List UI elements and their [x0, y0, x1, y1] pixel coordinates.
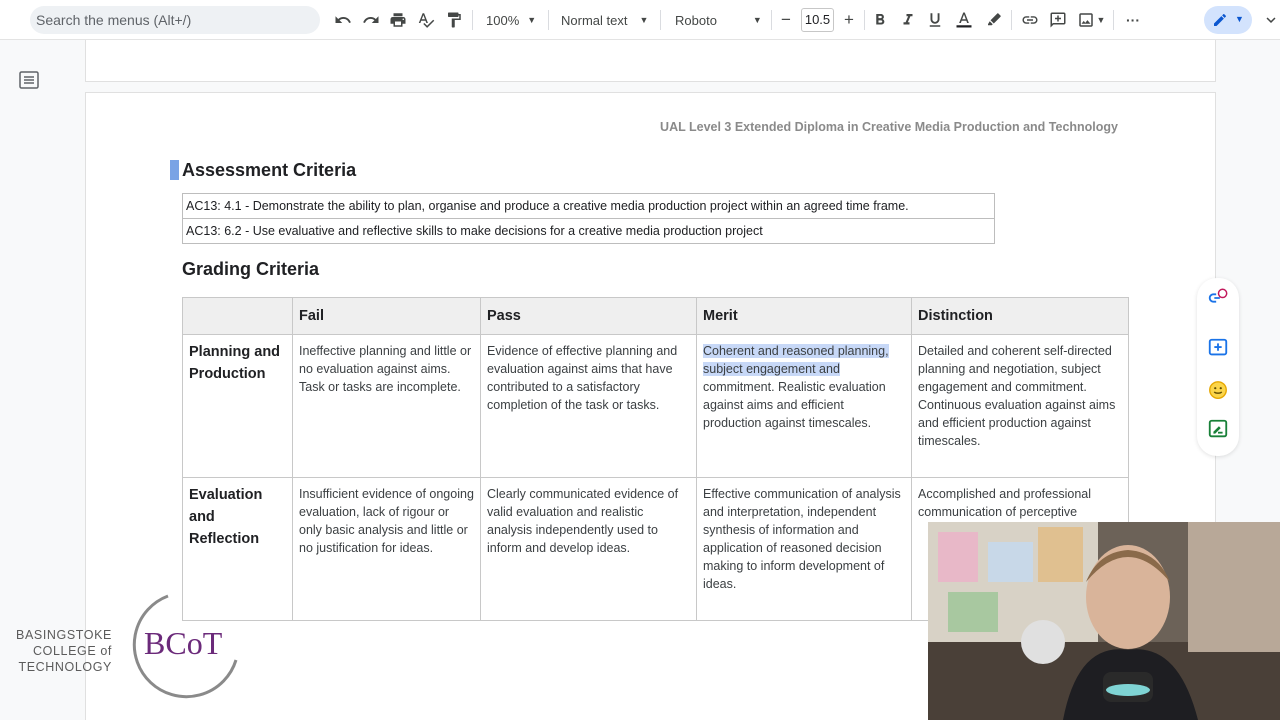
paragraph-style-select[interactable]: Normal text ▼ — [561, 8, 651, 32]
bold-icon[interactable] — [870, 8, 890, 32]
table-cell[interactable]: AC13: 4.1 - Demonstrate the ability to p… — [182, 193, 995, 219]
paint-format-icon[interactable] — [443, 8, 465, 32]
page-header: UAL Level 3 Extended Diploma in Creative… — [660, 120, 1118, 134]
zoom-value: 100% — [486, 12, 520, 28]
undo-icon[interactable] — [332, 8, 354, 32]
docs-toolbar: Search the menus (Alt+/) 100% ▼ Normal t… — [0, 0, 1280, 40]
table-cell[interactable]: Insufficient evidence of ongoing evaluat… — [292, 477, 481, 621]
table-row: AC13: 4.1 - Demonstrate the ability to p… — [182, 193, 995, 219]
table-cell-merit[interactable]: Coherent and reasoned planning, subject … — [696, 334, 912, 478]
toolbar-divider — [548, 10, 549, 30]
toolbar-divider — [771, 10, 772, 30]
assessment-criteria-heading: Assessment Criteria — [182, 160, 357, 180]
heading-bookmark-marker — [170, 160, 179, 180]
table-header-row: Fail Pass Merit Distinction — [182, 297, 1129, 335]
chevron-down-icon: ▼ — [527, 15, 537, 25]
cell-text: commitment. Realistic evaluation against… — [703, 380, 886, 430]
table-cell[interactable]: Detailed and coherent self-directed plan… — [911, 334, 1129, 478]
decrease-font-size-button[interactable]: − — [777, 8, 795, 32]
previous-page — [85, 40, 1216, 82]
paragraph-style-value: Normal text — [561, 12, 628, 28]
toolbar-divider — [660, 10, 661, 30]
link-suggest-icon[interactable] — [1207, 287, 1229, 309]
pencil-icon — [1214, 14, 1226, 26]
table-cell[interactable]: Evidence of effective planning and evalu… — [480, 334, 697, 478]
print-icon[interactable] — [387, 8, 409, 32]
toolbar-divider — [1113, 10, 1114, 30]
logo-text-line: BASINGSTOKE — [16, 628, 112, 642]
column-header-merit[interactable]: Merit — [696, 297, 912, 335]
spellcheck-icon[interactable] — [415, 8, 437, 32]
italic-icon[interactable] — [898, 8, 918, 32]
highlight-color-icon[interactable] — [983, 8, 1005, 32]
column-header[interactable] — [182, 297, 293, 335]
logo-mark-text: BCoT — [144, 625, 223, 661]
table-cell[interactable]: Clearly communicated evidence of valid e… — [480, 477, 697, 621]
insert-image-button[interactable]: ▼ — [1075, 8, 1107, 32]
zoom-select[interactable]: 100% ▼ — [486, 8, 540, 32]
logo-text-line: TECHNOLOGY — [18, 660, 112, 674]
assessment-criteria-table: AC13: 4.1 - Demonstrate the ability to p… — [182, 193, 995, 244]
selected-text[interactable]: Coherent and reasoned planning, subject … — [703, 344, 889, 376]
chevron-down-icon: ▼ — [1096, 15, 1106, 25]
editing-mode-button[interactable]: ▼ — [1204, 6, 1252, 34]
image-icon — [1078, 13, 1093, 27]
table-row: Planning and Production Ineffective plan… — [182, 334, 1129, 478]
more-icon[interactable]: ··· — [1121, 8, 1145, 32]
bcot-logo: BCoT — [128, 590, 240, 700]
font-family-value: Roboto — [675, 12, 717, 28]
column-header-pass[interactable]: Pass — [480, 297, 697, 335]
row-header[interactable]: Planning and Production — [182, 334, 293, 478]
insert-link-icon[interactable] — [1019, 8, 1041, 32]
text-color-icon[interactable] — [953, 8, 975, 32]
redo-icon[interactable] — [360, 8, 382, 32]
font-size-input[interactable]: 10.5 — [801, 8, 834, 32]
column-header-distinction[interactable]: Distinction — [911, 297, 1129, 335]
grading-criteria-heading: Grading Criteria — [182, 259, 320, 279]
table-cell[interactable]: Ineffective planning and little or no ev… — [292, 334, 481, 478]
webcam-overlay — [928, 522, 1280, 720]
toolbar-divider — [472, 10, 473, 30]
toolbar-divider — [1011, 10, 1012, 30]
column-header-fail[interactable]: Fail — [292, 297, 481, 335]
increase-font-size-button[interactable]: + — [840, 8, 858, 32]
toolbar-divider — [864, 10, 865, 30]
suggest-edits-icon[interactable] — [1207, 418, 1229, 440]
chevron-down-icon: ▼ — [1235, 14, 1244, 24]
collapse-menus-icon[interactable] — [1262, 8, 1280, 32]
underline-icon[interactable] — [925, 8, 945, 32]
add-comment-icon[interactable] — [1047, 8, 1069, 32]
search-menus-input[interactable]: Search the menus (Alt+/) — [30, 6, 320, 34]
chevron-down-icon: ▼ — [639, 15, 649, 25]
table-row: AC13: 6.2 - Use evaluative and reflectiv… — [182, 218, 995, 244]
font-family-select[interactable]: Roboto ▼ — [675, 8, 767, 32]
add-comment-icon[interactable] — [1207, 337, 1229, 359]
document-outline-icon[interactable] — [19, 71, 39, 89]
chevron-down-icon: ▼ — [752, 15, 762, 25]
emoji-reaction-icon[interactable] — [1207, 379, 1229, 401]
table-cell[interactable]: AC13: 6.2 - Use evaluative and reflectiv… — [182, 218, 995, 244]
logo-text-line: COLLEGE of — [33, 644, 112, 658]
table-cell[interactable]: Effective communication of analysis and … — [696, 477, 912, 621]
